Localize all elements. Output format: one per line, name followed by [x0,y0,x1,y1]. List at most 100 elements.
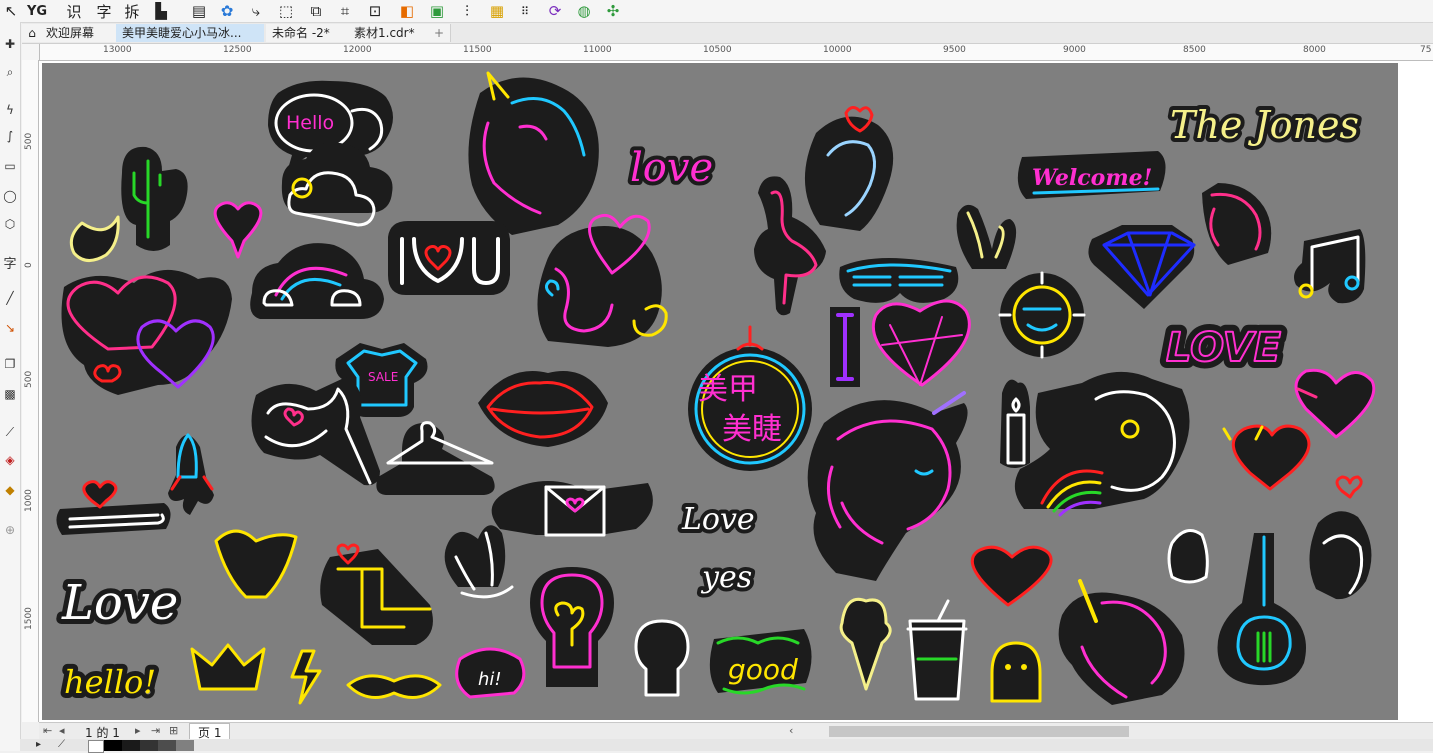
finger-heart-right-sticker[interactable] [1309,475,1372,600]
love-big-sticker[interactable]: Love [56,570,183,636]
palette-arrow-icon[interactable]: ▸ [36,739,41,750]
small-bulb-sticker[interactable] [634,619,690,697]
smart-fill-tool-icon[interactable]: ◆ [0,480,20,500]
table-icon[interactable]: ▤ [190,1,208,21]
crop-icon[interactable]: ⊡ [366,1,384,21]
connector-tool-icon[interactable]: ↘ [0,318,20,338]
swatch-gray-90[interactable] [122,740,140,751]
transform-icon[interactable]: ⧉ [307,1,325,21]
winged-hearts-sticker[interactable] [61,269,233,395]
image-icon[interactable]: ▣ [428,1,446,21]
add-page-icon[interactable]: ⊞ [169,724,178,737]
puzzle-icon[interactable]: ✣ [604,1,622,21]
red-heart-sticker[interactable] [970,545,1053,607]
love-small-sticker[interactable]: Love [677,498,759,541]
curve-tool-icon[interactable]: ∫ [0,126,20,146]
yellow-figure-sticker[interactable] [320,543,433,645]
guitar-sticker[interactable] [1217,533,1307,686]
swatch-gray-70[interactable] [158,740,176,751]
grid-icon[interactable]: ⠿ [516,1,534,21]
rainbow-cloud-sticker[interactable] [250,243,384,319]
select-icon[interactable]: ⬚ [277,1,295,21]
line-tool-icon[interactable]: ╱ [0,288,20,308]
ghost-sticker[interactable] [990,641,1042,703]
text-recognize-button[interactable]: 识 [64,1,84,21]
lightning-sticker[interactable] [290,649,322,705]
add-tool-icon[interactable]: ⊕ [0,520,20,540]
arrow-heart-sticker[interactable] [1294,368,1376,439]
node-icon[interactable]: ⌗ [336,1,354,21]
page-tab[interactable]: 页 1 [189,723,231,740]
scroll-left-icon[interactable]: ‹ [789,724,793,737]
eyedropper-tool-icon[interactable]: ⟋ [0,422,20,442]
diamond-sticker[interactable] [1088,225,1196,309]
rainbow-unicorn-sticker[interactable] [1014,371,1190,517]
fill-icon[interactable]: ⟳ [546,1,564,21]
rectangle-tool-icon[interactable]: ▭ [0,156,20,176]
brush-icon[interactable]: ◍ [575,1,593,21]
love-heart-sticker[interactable] [537,213,668,347]
devil-heart-sticker[interactable] [1222,424,1311,491]
polygon-tool-icon[interactable]: ⬡ [0,214,20,234]
freehand-tool-icon[interactable]: ϟ [0,100,20,120]
unicorn-head-sticker[interactable] [468,71,599,235]
last-page-icon[interactable]: ⇥ [151,724,160,737]
lips-sticker[interactable] [478,371,608,447]
ellipse-tool-icon[interactable]: ◯ [0,186,20,206]
trace-icon[interactable]: ⤷ [247,1,265,21]
rocket-sticker[interactable] [168,433,214,515]
page-icon[interactable]: ▙ [152,1,170,21]
text-tool[interactable]: 字 [0,252,20,272]
horizontal-ruler[interactable]: 13000 12500 12000 11500 11000 10500 1000… [40,44,1433,61]
hanger-sticker[interactable] [376,421,495,495]
love-script-sticker[interactable]: love [626,141,717,195]
lightbulb-sticker[interactable] [530,567,614,687]
winged-envelope-sticker[interactable] [491,481,653,537]
crown-sticker[interactable] [190,643,266,691]
swatch-black[interactable] [104,740,122,751]
bunny-ears-sticker[interactable] [956,204,1017,269]
the-jones-sticker[interactable]: The Jones [1166,99,1363,151]
color-icon[interactable]: ◧ [398,1,416,21]
tab-untitled-2[interactable]: 未命名 -2* [266,24,349,42]
swatch-gray-80[interactable] [140,740,158,751]
horizontal-scrollbar-thumb[interactable] [829,726,1129,737]
tab-nail-doc[interactable]: 美甲美睫爱心小马冰... [116,24,264,42]
zoom-tool-icon[interactable]: ⌕ [0,62,20,82]
first-page-icon[interactable]: ⇤ [43,724,52,737]
transparency-tool-icon[interactable]: ▩ [0,384,20,404]
pointer-icon[interactable]: ↖ [2,1,20,21]
welcome-sticker[interactable]: Welcome! [1017,151,1166,199]
banana-sticker[interactable] [214,529,298,599]
small-figure-sticker[interactable] [1167,529,1209,584]
drink-sticker[interactable] [906,599,968,701]
ruler-corner[interactable] [22,44,40,61]
new-tab-button[interactable]: + [428,24,451,42]
layer-icon[interactable]: ▦ [488,1,506,21]
good-sticker[interactable]: good [709,629,812,695]
next-page-icon[interactable]: ▸ [135,724,141,737]
candle-sticker[interactable] [1000,379,1030,468]
eyedropper-icon[interactable]: ⟋ [58,739,65,750]
hi-bubble-sticker[interactable]: hi! [455,647,526,699]
yes-sticker[interactable]: yes [696,556,756,599]
no-color-swatch[interactable] [88,740,104,753]
nail-lash-circle-sticker[interactable]: 美甲 美睫 [688,325,812,471]
swatch-gray-50[interactable] [176,740,194,751]
safety-pin-sticker[interactable] [56,480,171,535]
small-unicorn-sticker[interactable] [1202,183,1272,265]
unicorn-big-sticker[interactable] [807,391,968,581]
music-note-sticker[interactable] [1294,229,1366,304]
tab-material1[interactable]: 素材1.cdr* [348,24,431,42]
hello-small-sticker[interactable]: hello! [59,658,161,706]
cactus-sticker[interactable] [121,146,188,251]
sunglasses-sticker[interactable] [839,258,959,303]
fill-bucket-tool-icon[interactable]: ◈ [0,450,20,470]
i-love-you-sticker[interactable] [388,221,510,295]
i-heart-sticker[interactable] [830,299,971,387]
moon-sticker[interactable] [69,215,120,262]
vertical-ruler[interactable]: 500 0 500 1000 1500 [22,60,39,722]
char-button[interactable]: 字 [94,1,114,21]
heart-outline-sticker[interactable] [213,201,263,259]
unicorn-bottom-sticker[interactable] [1058,579,1185,705]
